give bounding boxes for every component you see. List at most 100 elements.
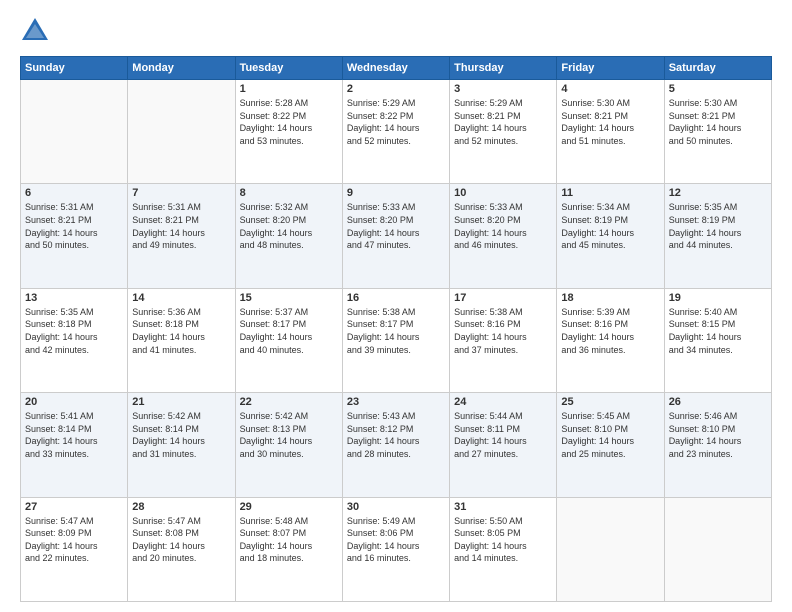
day-number: 21 bbox=[132, 396, 230, 408]
day-number: 14 bbox=[132, 292, 230, 304]
day-number: 16 bbox=[347, 292, 445, 304]
calendar-cell: 29Sunrise: 5:48 AMSunset: 8:07 PMDayligh… bbox=[235, 497, 342, 601]
calendar-cell: 5 Sunrise: 5:30 AMSunset: 8:21 PMDaylight… bbox=[664, 80, 771, 184]
day-info: Sunrise: 5:31 AMSunset: 8:21 PMDaylight:… bbox=[25, 201, 123, 251]
day-info: Sunrise: 5:32 AMSunset: 8:20 PMDaylight:… bbox=[240, 201, 338, 251]
calendar-header-tuesday: Tuesday bbox=[235, 57, 342, 80]
calendar-week-row: 27 Sunrise: 5:47 AMSunset: 8:09 PMDayligh… bbox=[21, 497, 772, 601]
day-info: Sunrise: 5:33 AMSunset: 8:20 PMDaylight:… bbox=[347, 201, 445, 251]
day-info: Sunrise: 5:30 AMSunset: 8:21 PMDaylight:… bbox=[561, 97, 659, 147]
day-number: 2 bbox=[347, 83, 445, 95]
day-number: 6 bbox=[25, 187, 123, 199]
day-number: 28 bbox=[132, 501, 230, 513]
calendar-cell: 23Sunrise: 5:43 AMSunset: 8:12 PMDayligh… bbox=[342, 393, 449, 497]
day-info: Sunrise: 5:28 AMSunset: 8:22 PMDaylight:… bbox=[240, 97, 338, 147]
calendar-header-friday: Friday bbox=[557, 57, 664, 80]
calendar-cell: 19Sunrise: 5:40 AMSunset: 8:15 PMDayligh… bbox=[664, 288, 771, 392]
calendar-cell bbox=[664, 497, 771, 601]
calendar-cell bbox=[21, 80, 128, 184]
day-number: 25 bbox=[561, 396, 659, 408]
day-info: Sunrise: 5:30 AMSunset: 8:21 PMDaylight:… bbox=[669, 97, 767, 147]
page: SundayMondayTuesdayWednesdayThursdayFrid… bbox=[0, 0, 792, 612]
calendar-cell: 9 Sunrise: 5:33 AMSunset: 8:20 PMDaylight… bbox=[342, 184, 449, 288]
day-info: Sunrise: 5:29 AMSunset: 8:22 PMDaylight:… bbox=[347, 97, 445, 147]
day-number: 1 bbox=[240, 83, 338, 95]
calendar-cell: 24Sunrise: 5:44 AMSunset: 8:11 PMDayligh… bbox=[450, 393, 557, 497]
calendar-week-row: 20Sunrise: 5:41 AMSunset: 8:14 PMDayligh… bbox=[21, 393, 772, 497]
calendar-cell: 17 Sunrise: 5:38 AMSunset: 8:16 PMDayligh… bbox=[450, 288, 557, 392]
day-info: Sunrise: 5:44 AMSunset: 8:11 PMDaylight:… bbox=[454, 410, 552, 460]
day-info: Sunrise: 5:38 AMSunset: 8:16 PMDaylight:… bbox=[454, 306, 552, 356]
day-info: Sunrise: 5:31 AMSunset: 8:21 PMDaylight:… bbox=[132, 201, 230, 251]
calendar-header-monday: Monday bbox=[128, 57, 235, 80]
calendar-cell: 11Sunrise: 5:34 AMSunset: 8:19 PMDayligh… bbox=[557, 184, 664, 288]
day-info: Sunrise: 5:35 AMSunset: 8:19 PMDaylight:… bbox=[669, 201, 767, 251]
day-info: Sunrise: 5:42 AMSunset: 8:13 PMDaylight:… bbox=[240, 410, 338, 460]
calendar-header-row: SundayMondayTuesdayWednesdayThursdayFrid… bbox=[21, 57, 772, 80]
day-number: 27 bbox=[25, 501, 123, 513]
calendar-cell: 10Sunrise: 5:33 AMSunset: 8:20 PMDayligh… bbox=[450, 184, 557, 288]
calendar-cell: 2 Sunrise: 5:29 AMSunset: 8:22 PMDaylight… bbox=[342, 80, 449, 184]
calendar-cell: 13 Sunrise: 5:35 AMSunset: 8:18 PMDayligh… bbox=[21, 288, 128, 392]
calendar-cell: 27 Sunrise: 5:47 AMSunset: 8:09 PMDayligh… bbox=[21, 497, 128, 601]
day-info: Sunrise: 5:50 AMSunset: 8:05 PMDaylight:… bbox=[454, 515, 552, 565]
calendar-cell: 18 Sunrise: 5:39 AMSunset: 8:16 PMDayligh… bbox=[557, 288, 664, 392]
day-number: 13 bbox=[25, 292, 123, 304]
header bbox=[20, 16, 772, 46]
day-number: 4 bbox=[561, 83, 659, 95]
day-info: Sunrise: 5:45 AMSunset: 8:10 PMDaylight:… bbox=[561, 410, 659, 460]
calendar-cell: 6 Sunrise: 5:31 AMSunset: 8:21 PMDaylight… bbox=[21, 184, 128, 288]
calendar: SundayMondayTuesdayWednesdayThursdayFrid… bbox=[20, 56, 772, 602]
day-info: Sunrise: 5:46 AMSunset: 8:10 PMDaylight:… bbox=[669, 410, 767, 460]
calendar-cell: 8 Sunrise: 5:32 AMSunset: 8:20 PMDaylight… bbox=[235, 184, 342, 288]
calendar-cell bbox=[557, 497, 664, 601]
calendar-header-wednesday: Wednesday bbox=[342, 57, 449, 80]
calendar-cell: 4 Sunrise: 5:30 AMSunset: 8:21 PMDaylight… bbox=[557, 80, 664, 184]
calendar-cell: 26 Sunrise: 5:46 AMSunset: 8:10 PMDayligh… bbox=[664, 393, 771, 497]
day-number: 17 bbox=[454, 292, 552, 304]
calendar-cell: 22 Sunrise: 5:42 AMSunset: 8:13 PMDayligh… bbox=[235, 393, 342, 497]
day-info: Sunrise: 5:47 AMSunset: 8:08 PMDaylight:… bbox=[132, 515, 230, 565]
day-info: Sunrise: 5:36 AMSunset: 8:18 PMDaylight:… bbox=[132, 306, 230, 356]
calendar-week-row: 6 Sunrise: 5:31 AMSunset: 8:21 PMDaylight… bbox=[21, 184, 772, 288]
day-info: Sunrise: 5:38 AMSunset: 8:17 PMDaylight:… bbox=[347, 306, 445, 356]
day-info: Sunrise: 5:49 AMSunset: 8:06 PMDaylight:… bbox=[347, 515, 445, 565]
calendar-cell: 3 Sunrise: 5:29 AMSunset: 8:21 PMDaylight… bbox=[450, 80, 557, 184]
day-info: Sunrise: 5:40 AMSunset: 8:15 PMDaylight:… bbox=[669, 306, 767, 356]
day-number: 23 bbox=[347, 396, 445, 408]
day-number: 31 bbox=[454, 501, 552, 513]
calendar-cell: 1 Sunrise: 5:28 AMSunset: 8:22 PMDaylight… bbox=[235, 80, 342, 184]
calendar-cell: 16 Sunrise: 5:38 AMSunset: 8:17 PMDayligh… bbox=[342, 288, 449, 392]
day-number: 9 bbox=[347, 187, 445, 199]
day-info: Sunrise: 5:47 AMSunset: 8:09 PMDaylight:… bbox=[25, 515, 123, 565]
calendar-cell: 31 Sunrise: 5:50 AMSunset: 8:05 PMDayligh… bbox=[450, 497, 557, 601]
calendar-cell: 7Sunrise: 5:31 AMSunset: 8:21 PMDaylight… bbox=[128, 184, 235, 288]
calendar-header-sunday: Sunday bbox=[21, 57, 128, 80]
day-info: Sunrise: 5:34 AMSunset: 8:19 PMDaylight:… bbox=[561, 201, 659, 251]
day-number: 26 bbox=[669, 396, 767, 408]
logo-icon bbox=[20, 16, 50, 46]
day-number: 15 bbox=[240, 292, 338, 304]
calendar-week-row: 1 Sunrise: 5:28 AMSunset: 8:22 PMDaylight… bbox=[21, 80, 772, 184]
day-info: Sunrise: 5:35 AMSunset: 8:18 PMDaylight:… bbox=[25, 306, 123, 356]
calendar-cell: 12 Sunrise: 5:35 AMSunset: 8:19 PMDayligh… bbox=[664, 184, 771, 288]
day-info: Sunrise: 5:48 AMSunset: 8:07 PMDaylight:… bbox=[240, 515, 338, 565]
calendar-cell: 14 Sunrise: 5:36 AMSunset: 8:18 PMDayligh… bbox=[128, 288, 235, 392]
day-info: Sunrise: 5:42 AMSunset: 8:14 PMDaylight:… bbox=[132, 410, 230, 460]
calendar-cell: 15 Sunrise: 5:37 AMSunset: 8:17 PMDayligh… bbox=[235, 288, 342, 392]
day-info: Sunrise: 5:29 AMSunset: 8:21 PMDaylight:… bbox=[454, 97, 552, 147]
day-info: Sunrise: 5:39 AMSunset: 8:16 PMDaylight:… bbox=[561, 306, 659, 356]
day-number: 5 bbox=[669, 83, 767, 95]
day-number: 8 bbox=[240, 187, 338, 199]
day-number: 12 bbox=[669, 187, 767, 199]
day-number: 30 bbox=[347, 501, 445, 513]
day-info: Sunrise: 5:37 AMSunset: 8:17 PMDaylight:… bbox=[240, 306, 338, 356]
calendar-cell: 30 Sunrise: 5:49 AMSunset: 8:06 PMDayligh… bbox=[342, 497, 449, 601]
calendar-cell bbox=[128, 80, 235, 184]
calendar-cell: 20Sunrise: 5:41 AMSunset: 8:14 PMDayligh… bbox=[21, 393, 128, 497]
day-number: 3 bbox=[454, 83, 552, 95]
day-number: 22 bbox=[240, 396, 338, 408]
calendar-header-saturday: Saturday bbox=[664, 57, 771, 80]
day-number: 18 bbox=[561, 292, 659, 304]
day-number: 20 bbox=[25, 396, 123, 408]
